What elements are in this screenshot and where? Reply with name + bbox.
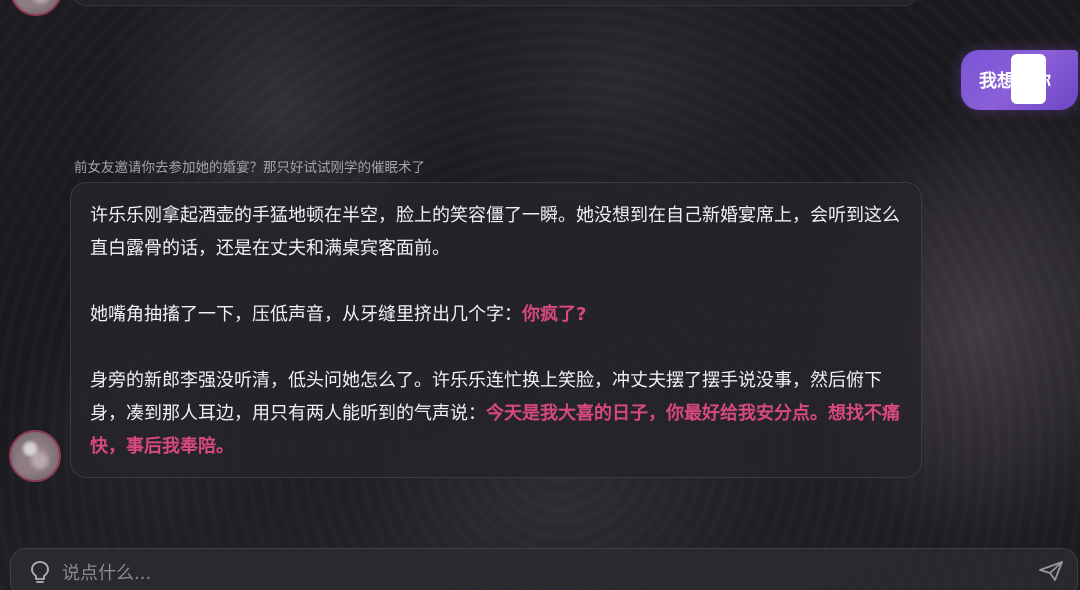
ai-message-bubble: 许乐乐刚拿起酒壶的手猛地顿在半空，脸上的笑容僵了一瞬。她没想到在自己新婚宴席上，…: [70, 182, 922, 478]
previous-message-bubble: [70, 0, 920, 6]
character-avatar[interactable]: [9, 430, 61, 482]
message-text: 她嘴角抽搐了一下，压低声音，从牙缝里挤出几个字：: [90, 304, 522, 325]
message-paragraph: 她嘴角抽搐了一下，压低声音，从牙缝里挤出几个字：你疯了?: [90, 298, 901, 331]
redaction-overlay: [1011, 54, 1046, 104]
message-paragraph: 身旁的新郎李强没听清，低头问她怎么了。许乐乐连忙换上笑脸，冲丈夫摆了摆手说没事，…: [90, 364, 901, 463]
message-paragraph: 许乐乐刚拿起酒壶的手猛地顿在半空，脸上的笑容僵了一瞬。她没想到在自己新婚宴席上，…: [90, 205, 900, 259]
dialogue-highlight: 你疯了?: [522, 304, 587, 325]
send-icon[interactable]: [1038, 560, 1064, 582]
message-input[interactable]: [62, 556, 962, 590]
scenario-caption: 前女友邀请你去参加她的婚宴？那只好试试刚学的催眠术了: [74, 160, 425, 176]
lightbulb-icon[interactable]: [28, 560, 52, 586]
